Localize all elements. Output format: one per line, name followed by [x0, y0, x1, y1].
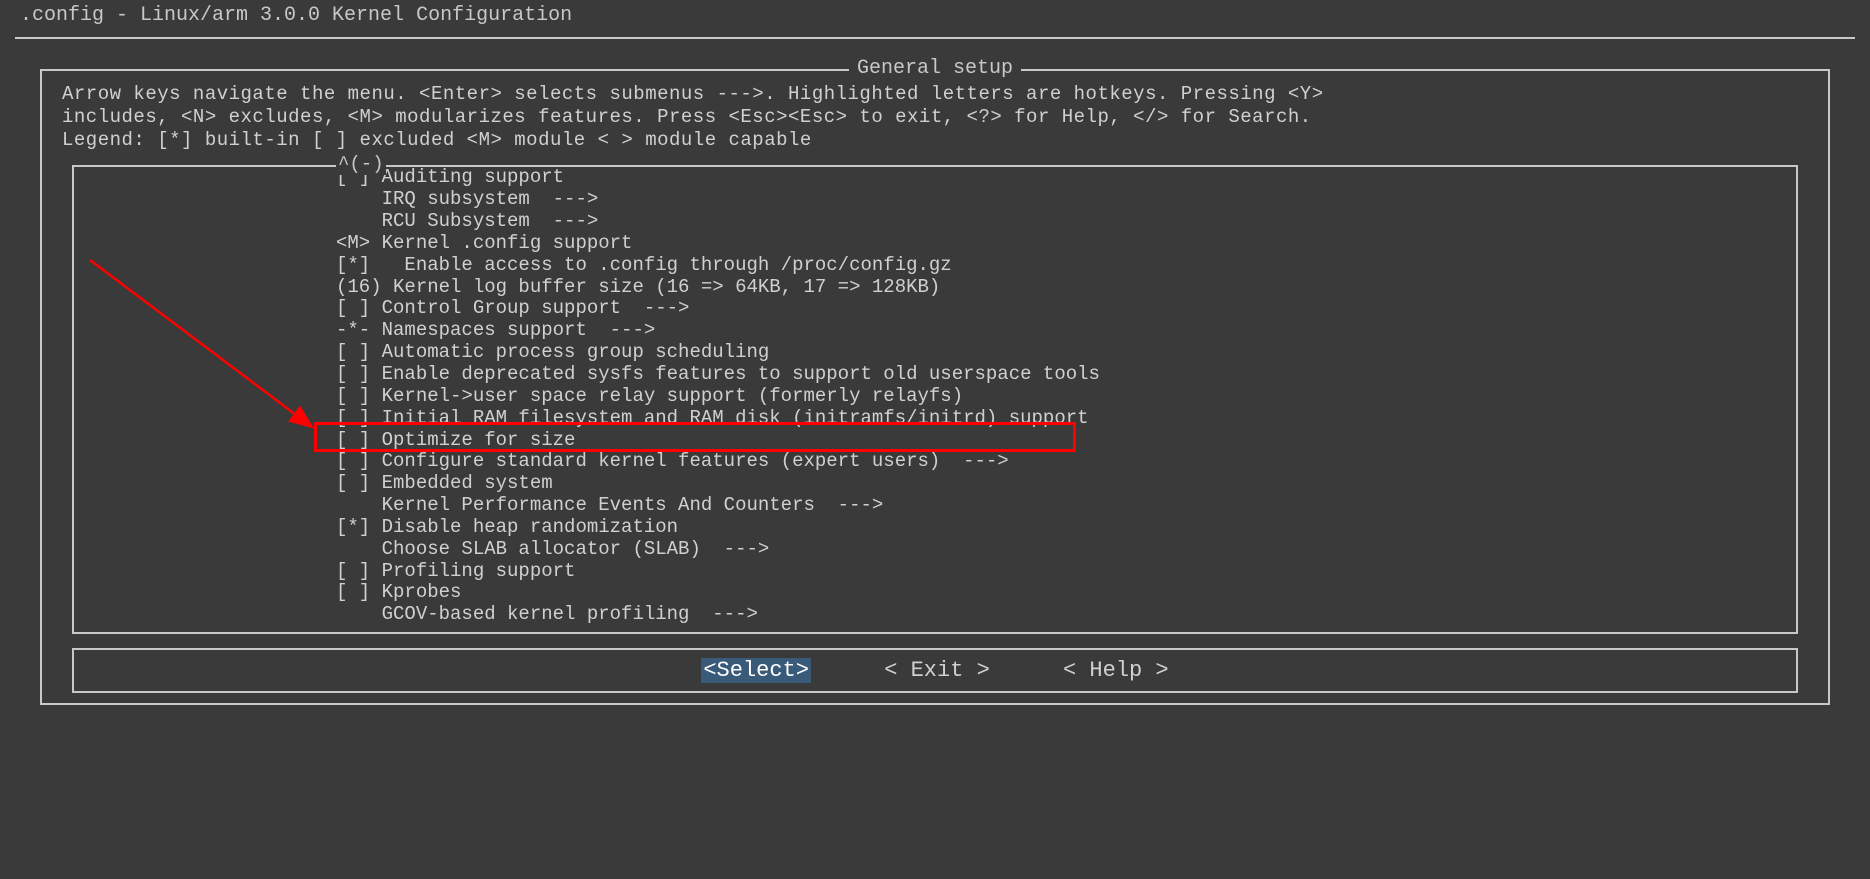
menu-item[interactable]: [ ] Auditing support — [74, 167, 1796, 189]
select-button[interactable]: <Select> — [701, 658, 811, 683]
button-bar: <Select> < Exit > < Help > — [72, 648, 1798, 693]
window-title: .config - Linux/arm 3.0.0 Kernel Configu… — [0, 0, 1870, 37]
menu-item[interactable]: <M> Kernel .config support — [74, 233, 1796, 255]
help-line: includes, <N> excludes, <M> modularizes … — [62, 106, 1808, 129]
menu-item[interactable]: GCOV-based kernel profiling ---> — [74, 604, 1796, 626]
help-line: Arrow keys navigate the menu. <Enter> se… — [62, 83, 1808, 106]
menu-item[interactable]: [ ] Enable deprecated sysfs features to … — [74, 364, 1796, 386]
menu-item[interactable]: [ ] Optimize for size — [74, 430, 1796, 452]
menu-item[interactable]: RCU Subsystem ---> — [74, 211, 1796, 233]
menu-item[interactable]: [*] Enable access to .config through /pr… — [74, 255, 1796, 277]
menu-item[interactable]: [ ] Kprobes — [74, 582, 1796, 604]
menu-list: ^(-) [ ] Auditing support IRQ subsystem … — [72, 165, 1798, 634]
outer-frame: General setup Arrow keys navigate the me… — [15, 37, 1855, 705]
scroll-up-indicator: ^(-) — [336, 153, 386, 175]
general-setup-panel: General setup Arrow keys navigate the me… — [40, 69, 1830, 705]
menu-item[interactable]: [ ] Kernel->user space relay support (fo… — [74, 386, 1796, 408]
section-title: General setup — [849, 57, 1021, 80]
menu-item[interactable]: [*] Disable heap randomization — [74, 517, 1796, 539]
menu-item[interactable]: (16) Kernel log buffer size (16 => 64KB,… — [74, 277, 1796, 299]
exit-button[interactable]: < Exit > — [884, 658, 990, 683]
menu-item[interactable]: [ ] Embedded system — [74, 473, 1796, 495]
menu-item[interactable]: [ ] Profiling support — [74, 561, 1796, 583]
menu-item[interactable]: [ ] Automatic process group scheduling — [74, 342, 1796, 364]
menu-item[interactable]: [ ] Configure standard kernel features (… — [74, 451, 1796, 473]
help-line: Legend: [*] built-in [ ] excluded <M> mo… — [62, 129, 1808, 152]
menu-item[interactable]: -*- Namespaces support ---> — [74, 320, 1796, 342]
menu-item[interactable]: Kernel Performance Events And Counters -… — [74, 495, 1796, 517]
menu-item[interactable]: [ ] Control Group support ---> — [74, 298, 1796, 320]
help-text: Arrow keys navigate the menu. <Enter> se… — [62, 83, 1808, 151]
help-button[interactable]: < Help > — [1063, 658, 1169, 683]
menu-item[interactable]: IRQ subsystem ---> — [74, 189, 1796, 211]
menu-item[interactable]: [ ] Initial RAM filesystem and RAM disk … — [74, 408, 1796, 430]
menu-item[interactable]: Choose SLAB allocator (SLAB) ---> — [74, 539, 1796, 561]
